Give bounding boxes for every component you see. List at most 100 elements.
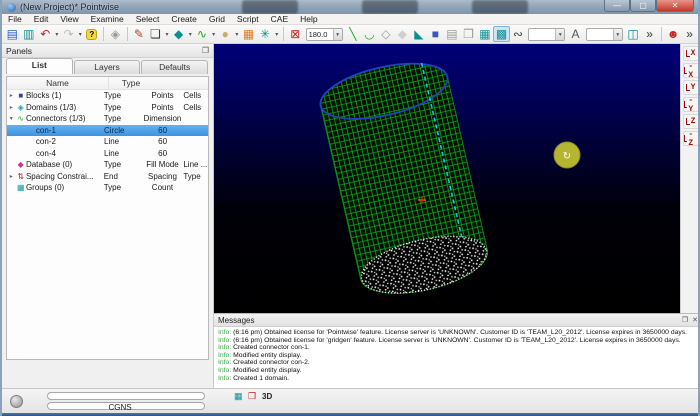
domain-tool-icon[interactable]: ◆ — [170, 26, 187, 42]
help-icon[interactable]: ? — [84, 26, 101, 42]
view-plus-y-button[interactable]: Y — [683, 80, 699, 95]
message-info-prefix: Info: — [218, 329, 231, 336]
sphere-tool-icon[interactable]: ● — [217, 26, 234, 42]
tree-cell-type: Type — [104, 114, 142, 123]
overflow-2-icon[interactable]: » — [681, 26, 698, 42]
cube-tool-icon-dropdown[interactable]: ▾ — [164, 31, 171, 38]
tab-list[interactable]: List — [6, 58, 73, 74]
menu-file[interactable]: File — [2, 14, 28, 25]
tree-row-connectors[interactable]: ▾∿Connectors (1/3)TypeDimension — [7, 113, 208, 125]
close-button[interactable]: ✕ — [656, 0, 694, 12]
dimension-combo[interactable]: ▾ — [528, 28, 565, 41]
message-line: Info: (6:16 pm) Obtained license for 'Po… — [218, 329, 700, 337]
overflow-1-icon[interactable]: » — [641, 26, 658, 42]
wedge-tool-icon[interactable]: ◣ — [411, 26, 428, 42]
tree-cell-name: Connectors (1/3) — [26, 114, 104, 123]
mask-display-icon[interactable]: ☻ — [665, 26, 682, 42]
diamond-b-icon[interactable]: ◆ — [394, 26, 411, 42]
open-icon[interactable]: ▥ — [21, 26, 38, 42]
tree-row-con-4[interactable]: con-4Line60 — [7, 148, 208, 160]
menu-select[interactable]: Select — [130, 14, 166, 25]
tree-cell-value1: 60 — [142, 137, 184, 146]
view-minus-z-button[interactable]: -Z — [683, 131, 699, 146]
tree-row-spacing-constraints[interactable]: ▸⇅Spacing Constrai...EndSpacingType — [7, 171, 208, 183]
redo-icon[interactable]: ↷ — [60, 26, 77, 42]
maximize-button[interactable]: ▢ — [630, 0, 656, 12]
expand-arrow-icon[interactable]: ▾ — [7, 115, 16, 122]
axis-corner-icon — [686, 84, 690, 91]
spring-tool-icon[interactable]: ∾ — [510, 26, 527, 42]
sphere-tool-icon-dropdown[interactable]: ▾ — [234, 31, 241, 38]
menu-create[interactable]: Create — [165, 14, 203, 25]
message-text: Created connector con-2. — [231, 359, 310, 366]
tree-row-domains[interactable]: ▸◈Domains (1/3)TypePointsCells — [7, 102, 208, 114]
close-messages-icon[interactable]: ✕ — [692, 316, 698, 324]
splat-tool-icon-dropdown[interactable]: ▾ — [273, 31, 280, 38]
unstructured-domain-icon[interactable]: ▩ — [493, 26, 510, 42]
panels-panel: Panels ❐ ListLayersDefaults Name Type ▸■… — [2, 44, 214, 388]
save-icon[interactable]: ▤ — [4, 26, 21, 42]
diamond-a-icon[interactable]: ◇ — [378, 26, 395, 42]
tab-defaults[interactable]: Defaults — [141, 60, 208, 74]
extrude-tool-icon[interactable]: ▤ — [444, 26, 461, 42]
menu-script[interactable]: Script — [231, 14, 265, 25]
layers-tool-icon[interactable]: ◫ — [625, 26, 642, 42]
expand-arrow-icon[interactable]: ▸ — [7, 92, 16, 99]
curve-tool-icon[interactable]: ◡ — [361, 26, 378, 42]
dimension-combo-dropdown-icon[interactable]: ▾ — [555, 29, 564, 40]
examine-brush-icon[interactable]: ✎ — [131, 26, 148, 42]
view-plus-z-button[interactable]: Z — [683, 114, 699, 129]
tree-cell-name: Spacing Constrai... — [26, 172, 104, 181]
tree-col-name[interactable]: Name — [7, 77, 109, 89]
menu-help[interactable]: Help — [294, 14, 323, 25]
tree-row-blocks[interactable]: ▸■Blocks (1)TypePointsCells — [7, 90, 208, 102]
tree-row-con-1[interactable]: con-1Circle60 — [7, 125, 208, 137]
undo-icon-dropdown[interactable]: ▾ — [54, 31, 61, 38]
display-angle-icon[interactable]: ⊠ — [287, 26, 304, 42]
cube-tool-icon[interactable]: ❏ — [147, 26, 164, 42]
menu-examine[interactable]: Examine — [85, 14, 130, 25]
annotate-tool-icon[interactable]: A — [567, 26, 584, 42]
tree-row-groups[interactable]: ▦Groups (0)TypeCount — [7, 182, 208, 194]
connector-tool-icon[interactable]: ∿ — [194, 26, 211, 42]
tree-cell-type: End — [104, 172, 142, 181]
splat-tool-icon[interactable]: ✳ — [257, 26, 274, 42]
angle-combo[interactable]: 180.0▾ — [306, 28, 343, 41]
minimize-button[interactable]: — — [604, 0, 630, 12]
view-plus-x-button[interactable]: X — [683, 46, 699, 61]
menu-edit[interactable]: Edit — [28, 14, 55, 25]
menu-grid[interactable]: Grid — [203, 14, 231, 25]
menu-bar: FileEditViewExamineSelectCreateGridScrip… — [2, 14, 698, 25]
view-minus-x-button[interactable]: -X — [683, 63, 699, 78]
block-tool-icon[interactable]: ■ — [427, 26, 444, 42]
connector-tool-icon-dropdown[interactable]: ▾ — [210, 31, 217, 38]
domains-icon: ◈ — [16, 103, 26, 112]
domain-tool-icon-dropdown[interactable]: ▾ — [187, 31, 194, 38]
undo-icon[interactable]: ↶ — [37, 26, 54, 42]
image-tool-icon[interactable]: ▦ — [240, 26, 257, 42]
expand-arrow-icon[interactable]: ▸ — [7, 104, 16, 111]
angle-combo-dropdown-icon[interactable]: ▾ — [333, 29, 342, 40]
tree-header: Name Type — [7, 77, 208, 90]
redo-icon-dropdown[interactable]: ▾ — [77, 31, 84, 38]
tree-col-type[interactable]: Type — [109, 77, 153, 89]
line-tool-icon[interactable]: ╲ — [345, 26, 362, 42]
expand-arrow-icon[interactable]: ▸ — [7, 173, 16, 180]
view-minus-y-button[interactable]: -Y — [683, 97, 699, 112]
menu-view[interactable]: View — [54, 14, 84, 25]
spacing-combo-dropdown-icon[interactable]: ▾ — [613, 29, 622, 40]
tab-layers[interactable]: Layers — [74, 60, 141, 74]
structured-domain-icon[interactable]: ▦ — [477, 26, 494, 42]
3d-viewport[interactable]: ↻ — [214, 44, 680, 313]
rotate-tool-icon[interactable]: ❒ — [460, 26, 477, 42]
message-text: (6:16 pm) Obtained license for 'gridgen'… — [231, 337, 680, 344]
spacing-combo[interactable]: ▾ — [586, 28, 623, 41]
select-mask-icon[interactable]: ◈ — [107, 26, 124, 42]
tree-row-database[interactable]: ◆Database (0)TypeFill ModeLine ... — [7, 159, 208, 171]
title-bar: (New Project)* Pointwise — ▢ ✕ — [2, 0, 698, 14]
float-messages-icon[interactable]: ❐ — [682, 316, 688, 324]
menu-cae[interactable]: CAE — [265, 14, 294, 25]
tree-cell-type: Type — [104, 160, 142, 169]
float-panel-icon[interactable]: ❐ — [202, 46, 209, 55]
tree-row-con-2[interactable]: con-2Line60 — [7, 136, 208, 148]
